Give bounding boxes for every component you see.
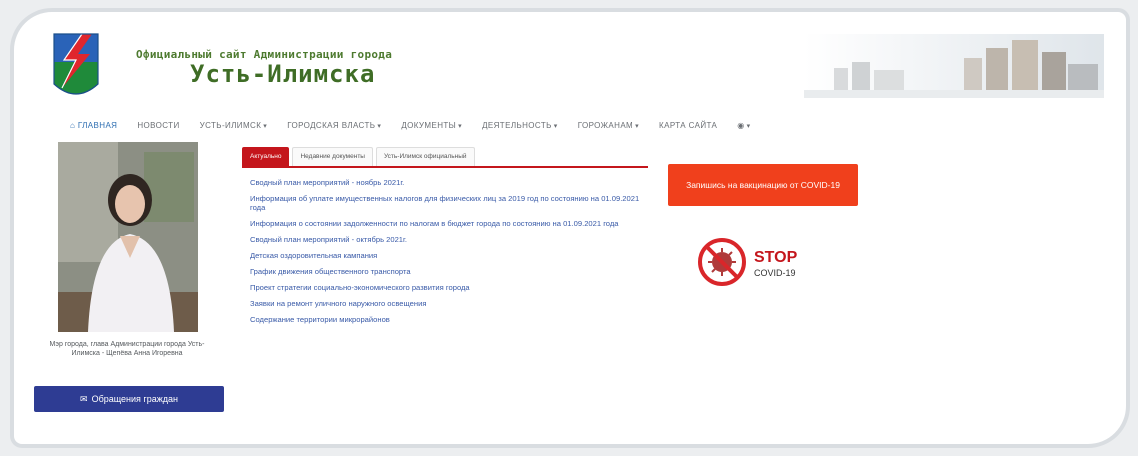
home-icon: ⌂ <box>70 120 76 130</box>
city-skyline-image <box>804 34 1104 98</box>
tab-official[interactable]: Усть-Илимск официальный <box>375 147 475 166</box>
nav-item-news[interactable]: НОВОСТИ <box>137 121 179 130</box>
news-link[interactable]: Информация о состоянии задолженности по … <box>250 219 640 228</box>
covid-vaccination-button[interactable]: Запишись на вакцинацию от COVID-19 <box>668 164 858 206</box>
city-emblem-logo[interactable] <box>52 32 100 104</box>
site-title[interactable]: Усть-Илимска <box>190 60 375 88</box>
mayor-caption: Мэр города, глава Администрации города У… <box>49 341 205 357</box>
accessibility-eye-icon[interactable]: ◉ ▾ <box>737 121 750 130</box>
chevron-down-icon: ▾ <box>635 122 640 130</box>
envelope-icon: ✉ <box>80 393 88 404</box>
stop-covid-banner[interactable]: STOP COVID-19 <box>698 236 828 288</box>
nav-item-activity[interactable]: ДЕЯТЕЛЬНОСТЬ ▾ <box>482 121 558 130</box>
news-link[interactable]: Содержание территории микрорайонов <box>250 315 640 324</box>
nav-item-city-government[interactable]: ГОРОДСКАЯ ВЛАСТЬ ▾ <box>287 121 381 130</box>
nav-item-home[interactable]: ⌂ ГЛАВНАЯ <box>70 121 117 130</box>
news-link[interactable]: Информация об уплате имущественных налог… <box>250 194 640 212</box>
nav-item-ust-ilimsk[interactable]: УСТЬ-ИЛИМСК ▾ <box>200 121 268 130</box>
site-header: Официальный сайт Администрации города Ус… <box>30 28 1110 106</box>
nav-item-citizens[interactable]: ГОРОЖАНАМ ▾ <box>578 121 639 130</box>
news-list: Сводный план мероприятий - ноябрь 2021г.… <box>250 178 640 331</box>
chevron-down-icon: ▾ <box>377 122 382 130</box>
news-link[interactable]: Сводный план мероприятий - октябрь 2021г… <box>250 235 640 244</box>
news-link[interactable]: Детская оздоровительная кампания <box>250 251 640 260</box>
page: Официальный сайт Администрации города Ус… <box>30 28 1110 436</box>
chevron-down-icon: ▾ <box>458 122 463 130</box>
mayor-photo <box>58 142 198 332</box>
stop-word: STOP <box>754 249 798 266</box>
nav-item-documents[interactable]: ДОКУМЕНТЫ ▾ <box>401 121 462 130</box>
chevron-down-icon: ▾ <box>553 122 558 130</box>
nav-item-sitemap[interactable]: КАРТА САЙТА <box>659 121 717 130</box>
stop-sub: COVID-19 <box>754 268 796 278</box>
tab-actual[interactable]: Актуально <box>242 147 290 166</box>
news-link[interactable]: Проект стратегии социально-экономическог… <box>250 283 640 292</box>
citizen-appeals-button[interactable]: ✉ Обращения граждан <box>34 386 224 412</box>
news-tabs: Актуально Недавние документы Усть-Илимск… <box>242 146 648 168</box>
news-link[interactable]: Заявки на ремонт уличного наружного осве… <box>250 299 640 308</box>
chevron-down-icon: ▾ <box>263 122 268 130</box>
tab-recent-documents[interactable]: Недавние документы <box>292 147 373 166</box>
main-nav: ⌂ ГЛАВНАЯ НОВОСТИ УСТЬ-ИЛИМСК ▾ ГОРОДСКАЯ… <box>30 112 1110 138</box>
news-link[interactable]: График движения общественного транспорта <box>250 267 640 276</box>
browser-frame: Официальный сайт Администрации города Ус… <box>14 12 1126 444</box>
news-link[interactable]: Сводный план мероприятий - ноябрь 2021г. <box>250 178 640 187</box>
